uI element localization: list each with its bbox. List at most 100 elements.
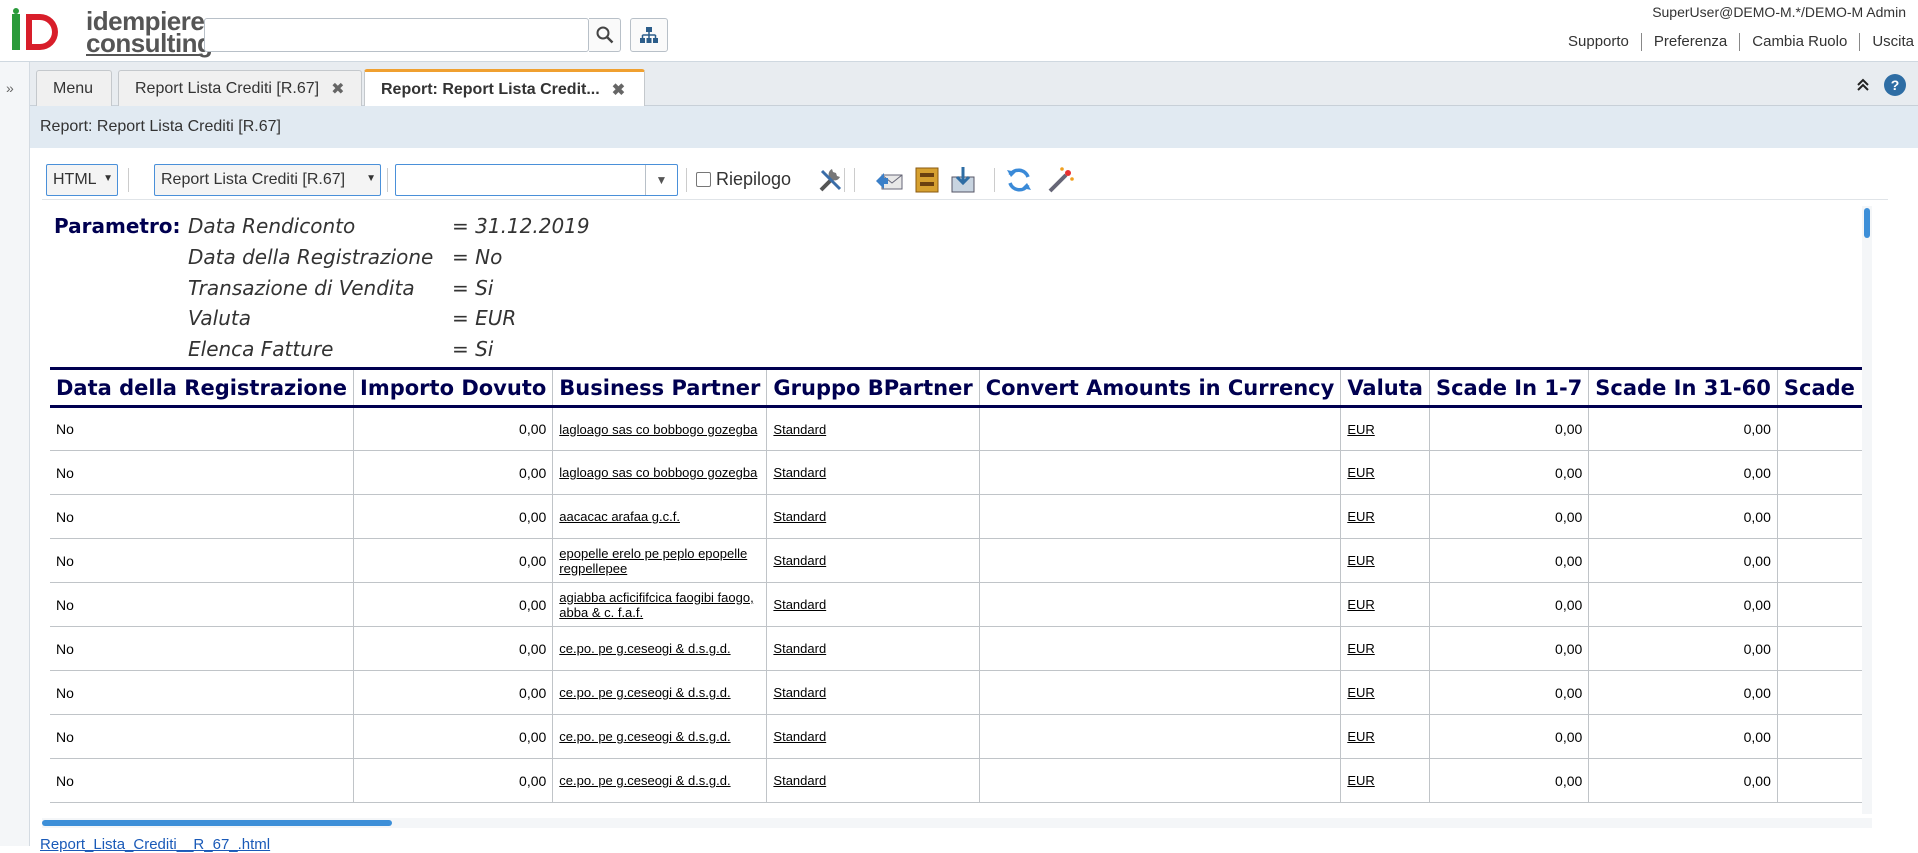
link-cambia-ruolo[interactable]: Cambia Ruolo	[1740, 33, 1861, 51]
menu-tree-button[interactable]	[630, 18, 668, 52]
chevron-down-icon[interactable]: ▼	[645, 165, 677, 195]
tab-report-lista-crediti[interactable]: Report Lista Crediti [R.67] ✖	[118, 70, 362, 106]
table-cell: EUR	[1340, 626, 1430, 671]
drilldown-link[interactable]: EUR	[1347, 685, 1423, 700]
drilldown-link[interactable]: Standard	[773, 553, 972, 568]
collapse-up-icon[interactable]	[1856, 78, 1870, 92]
parameter-value: = No	[452, 245, 503, 269]
table-cell: 0,00	[1588, 538, 1778, 583]
drilldown-link[interactable]: ce.po. pe g.ceseogi & d.s.g.d.	[559, 773, 760, 788]
drilldown-link[interactable]: epopelle erelo pe peplo epopelle regpell…	[559, 546, 760, 576]
column-header: Business Partner	[552, 367, 768, 408]
scrollbar-thumb[interactable]	[42, 820, 392, 826]
export-icon[interactable]	[948, 165, 978, 195]
drilldown-link[interactable]: Standard	[773, 597, 972, 612]
send-email-icon[interactable]	[874, 165, 904, 195]
drilldown-link[interactable]: EUR	[1347, 553, 1423, 568]
drilldown-link[interactable]: EUR	[1347, 465, 1423, 480]
parameters-label: Parametro:	[54, 214, 181, 238]
print-format-combobox[interactable]: ▼	[395, 164, 678, 196]
table-cell: 0,00	[1588, 494, 1778, 539]
table-cell: 0,00	[1588, 714, 1778, 759]
wizard-icon[interactable]	[1046, 165, 1076, 195]
table-cell	[1777, 670, 1872, 715]
drilldown-link[interactable]: ce.po. pe g.ceseogi & d.s.g.d.	[559, 685, 760, 700]
drilldown-link[interactable]: Standard	[773, 509, 972, 524]
drilldown-link[interactable]: lagloago sas co bobbogo gozegba	[559, 422, 760, 437]
drilldown-link[interactable]: Standard	[773, 641, 972, 656]
drilldown-link[interactable]: aacacac arafaa g.c.f.	[559, 509, 760, 524]
table-cell: ce.po. pe g.ceseogi & d.s.g.d.	[552, 670, 768, 715]
global-search-input[interactable]	[204, 18, 589, 52]
table-cell: Standard	[766, 494, 980, 539]
drilldown-link[interactable]: Standard	[773, 729, 972, 744]
table-cell: EUR	[1340, 450, 1430, 495]
table-row: No 0,00 lagloago sas co bobbogo gozegba Sta…	[50, 406, 1872, 451]
table-cell	[979, 538, 1342, 583]
dropdown-arrow-icon: ▼	[103, 173, 113, 184]
table-cell	[979, 714, 1342, 759]
drilldown-link[interactable]: Standard	[773, 422, 972, 437]
scrollbar-thumb[interactable]	[1864, 208, 1870, 238]
table-row: No 0,00 ce.po. pe g.ceseogi & d.s.g.d. Stan…	[50, 626, 1872, 671]
column-header: Importo Dovuto	[353, 367, 554, 408]
summary-checkbox[interactable]: Riepilogo	[696, 169, 791, 190]
table-cell	[1777, 758, 1872, 803]
drilldown-link[interactable]: ce.po. pe g.ceseogi & d.s.g.d.	[559, 641, 760, 656]
drilldown-link[interactable]: Standard	[773, 685, 972, 700]
drilldown-link[interactable]: Standard	[773, 773, 972, 788]
drilldown-link[interactable]: EUR	[1347, 641, 1423, 656]
link-uscita[interactable]: Uscita	[1860, 33, 1918, 51]
app-header: idempiere consulting SuperUser@DEMO-M.*/…	[0, 0, 1918, 62]
report-view-select[interactable]: Report Lista Crediti [R.67] ▼	[154, 164, 381, 196]
close-icon[interactable]: ✖	[612, 80, 625, 100]
table-cell: 0,00	[1588, 758, 1778, 803]
table-cell: Standard	[766, 406, 980, 451]
drilldown-link[interactable]: agiabba acficififcica faogibi faogo, abb…	[559, 590, 760, 620]
drilldown-link[interactable]: lagloago sas co bobbogo gozegba	[559, 465, 760, 480]
table-row: No 0,00 ce.po. pe g.ceseogi & d.s.g.d. Stan…	[50, 758, 1872, 803]
table-cell: agiabba acficififcica faogibi faogo, abb…	[552, 582, 768, 627]
table-cell: 0,00	[1429, 582, 1590, 627]
table-row: No 0,00 agiabba acficififcica faogibi faog…	[50, 582, 1872, 627]
tab-menu[interactable]: Menu	[36, 70, 112, 106]
column-header: Scade In 1-7	[1429, 367, 1590, 408]
output-format-select[interactable]: HTML ▼	[46, 164, 118, 196]
drilldown-link[interactable]: EUR	[1347, 509, 1423, 524]
table-cell: 0,00	[353, 758, 554, 803]
link-supporto[interactable]: Supporto	[1556, 33, 1642, 51]
table-cell: Standard	[766, 670, 980, 715]
parameter-name: Valuta	[188, 306, 251, 330]
table-cell	[1777, 494, 1872, 539]
table-cell: 0,00	[353, 538, 554, 583]
report-file-link[interactable]: Report_Lista_Crediti__R_67_.html	[40, 836, 270, 853]
expand-panel-icon[interactable]: »	[6, 80, 14, 96]
company-logo[interactable]: idempiere consulting	[10, 8, 213, 60]
user-context: SuperUser@DEMO-M.*/DEMO-M Admin	[1652, 4, 1906, 20]
table-cell: ce.po. pe g.ceseogi & d.s.g.d.	[552, 758, 768, 803]
drilldown-link[interactable]: EUR	[1347, 422, 1423, 437]
drilldown-link[interactable]: EUR	[1347, 597, 1423, 612]
search-button[interactable]	[589, 18, 621, 52]
table-cell: 0,00	[1429, 626, 1590, 671]
checkbox-box[interactable]	[696, 172, 711, 187]
output-format-value: HTML	[53, 171, 97, 188]
refresh-icon[interactable]	[1004, 165, 1034, 195]
vertical-scrollbar[interactable]	[1862, 206, 1872, 814]
drilldown-link[interactable]: EUR	[1347, 773, 1423, 788]
table-cell: 0,00	[1429, 538, 1590, 583]
table-cell: lagloago sas co bobbogo gozegba	[552, 450, 768, 495]
horizontal-scrollbar[interactable]	[42, 818, 1872, 828]
link-preferenza[interactable]: Preferenza	[1642, 33, 1741, 51]
table-cell: epopelle erelo pe peplo epopelle regpell…	[552, 538, 768, 583]
table-cell: 0,00	[1588, 626, 1778, 671]
customize-icon[interactable]	[816, 165, 846, 195]
close-icon[interactable]: ✖	[331, 79, 344, 99]
drilldown-link[interactable]: Standard	[773, 465, 972, 480]
tab-report-viewer[interactable]: Report: Report Lista Credit... ✖	[364, 69, 645, 107]
archive-icon[interactable]	[912, 165, 942, 195]
drilldown-link[interactable]: ce.po. pe g.ceseogi & d.s.g.d.	[559, 729, 760, 744]
help-icon[interactable]: ?	[1884, 74, 1906, 96]
table-cell: EUR	[1340, 714, 1430, 759]
drilldown-link[interactable]: EUR	[1347, 729, 1423, 744]
